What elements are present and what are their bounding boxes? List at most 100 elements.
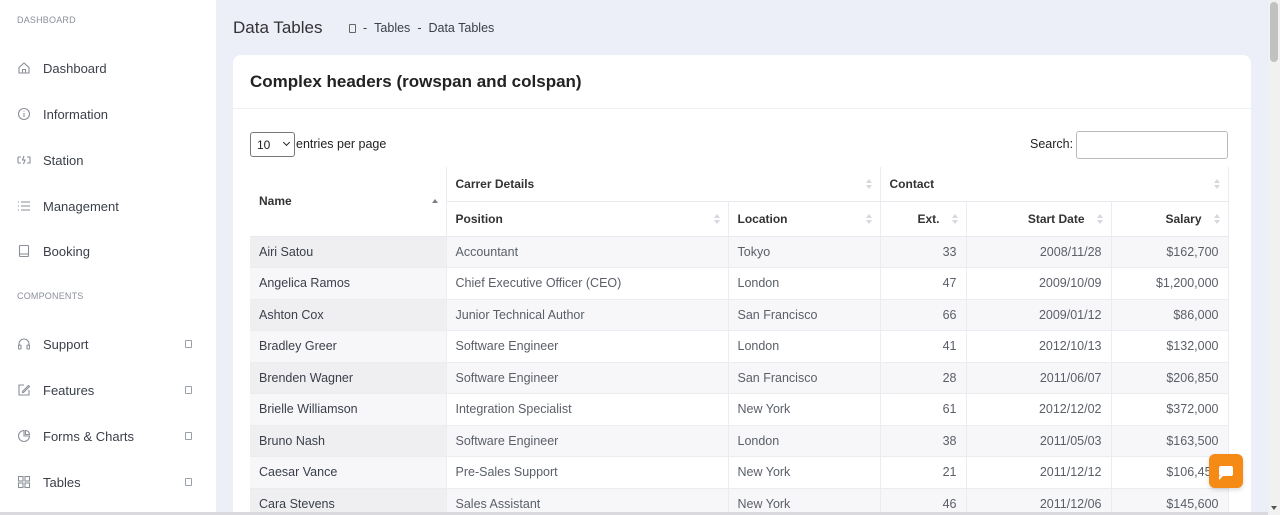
entries-per-page-select[interactable]: 10 (250, 132, 295, 157)
sort-icon (431, 199, 438, 204)
table-cell: Brenden Wagner (250, 362, 447, 394)
table-cell: London (728, 267, 881, 300)
table-row[interactable]: Ashton Cox Junior Technical Author San Fra… (250, 299, 1229, 331)
table-cell: $372,000 (1111, 393, 1229, 426)
sort-icon (951, 213, 958, 224)
table-cell: London (728, 330, 881, 363)
sidebar-item-label: Forms & Charts (43, 428, 135, 444)
entries-select-value: 10 (257, 137, 271, 152)
sort-icon (713, 213, 720, 224)
table-row[interactable]: Angelica Ramos Chief Executive Officer (C… (250, 267, 1229, 300)
table-cell: 21 (880, 456, 967, 489)
sidebar-item-label: Support (43, 336, 89, 352)
table-cell: 28 (880, 362, 967, 394)
scrollbar[interactable] (1268, 0, 1280, 515)
scrollbar-thumb[interactable] (1270, 2, 1278, 62)
column-header-position[interactable]: Position (446, 201, 729, 237)
sort-icon (1213, 213, 1220, 224)
table-cell: 2012/10/13 (966, 330, 1112, 363)
sidebar-item-dashboard[interactable]: Dashboard (0, 48, 216, 88)
table-cell: 2012/12/02 (966, 393, 1112, 426)
search-input[interactable] (1076, 131, 1228, 159)
table-cell: Caesar Vance (250, 456, 447, 489)
sidebar-item-label: Management (43, 198, 119, 214)
table-cell: 2011/12/06 (966, 488, 1112, 515)
chevron-icon (185, 432, 192, 440)
table-cell: London (728, 425, 881, 457)
edit-icon (17, 383, 31, 397)
column-header-location[interactable]: Location (728, 201, 881, 237)
group-header-carrer-details[interactable]: Carrer Details (446, 167, 881, 202)
table-cell: Bruno Nash (250, 425, 447, 457)
table-cell: New York (728, 393, 881, 426)
table-cell: San Francisco (728, 299, 881, 331)
table-cell: New York (728, 456, 881, 489)
table-cell: Pre-Sales Support (446, 456, 729, 489)
chat-button[interactable] (1209, 454, 1243, 488)
table-cell: 2011/12/12 (966, 456, 1112, 489)
table-cell: 2009/10/09 (966, 267, 1112, 300)
table-row[interactable]: Bruno Nash Software Engineer London 38 2011/… (250, 425, 1229, 457)
chevron-icon (185, 386, 192, 394)
table-cell: Chief Executive Officer (CEO) (446, 267, 729, 300)
search-label: Search: (1030, 137, 1074, 151)
table-row[interactable]: Brenden Wagner Software Engineer San Franc… (250, 362, 1229, 394)
breadcrumb-item-tables[interactable]: Tables (374, 21, 410, 35)
sidebar-item-tables[interactable]: Tables (0, 462, 216, 502)
table-row[interactable]: Bradley Greer Software Engineer London 41 20… (250, 330, 1229, 363)
sidebar-item-features[interactable]: Features (0, 370, 216, 410)
sidebar-item-management[interactable]: Management (0, 186, 216, 226)
home-icon[interactable] (349, 23, 356, 33)
table-cell: Cara Stevens (250, 488, 447, 515)
table-cell: Software Engineer (446, 362, 729, 394)
info-icon (17, 107, 31, 121)
table-cell: $163,500 (1111, 425, 1229, 457)
table-cell: Tokyo (728, 236, 881, 268)
sidebar-item-information[interactable]: Information (0, 94, 216, 134)
sidebar-section-dashboard: DASHBOARD (17, 15, 76, 25)
data-table: Name Carrer Details Contact Position Loc… (250, 167, 1229, 515)
table-cell: 47 (880, 267, 967, 300)
breadcrumb-separator: - (417, 21, 422, 35)
table-row[interactable]: Brielle Williamson Integration Specialist… (250, 393, 1229, 426)
booking-icon (17, 244, 31, 258)
chat-icon (1219, 466, 1233, 480)
sidebar-item-support[interactable]: Support (0, 324, 216, 364)
table-cell: $1,200,000 (1111, 267, 1229, 300)
table-cell: San Francisco (728, 362, 881, 394)
table-body: Airi Satou Accountant Tokyo 33 2008/11/28 $16… (250, 236, 1229, 515)
table-cell: $86,000 (1111, 299, 1229, 331)
sidebar-item-station[interactable]: Station (0, 140, 216, 180)
breadcrumb-separator: - (363, 21, 368, 35)
table-cell: Software Engineer (446, 330, 729, 363)
headset-icon (17, 337, 31, 351)
divider (233, 108, 1251, 109)
column-header-ext[interactable]: Ext. (880, 201, 967, 237)
table-row[interactable]: Cara Stevens Sales Assistant New York 46 201… (250, 488, 1229, 515)
sidebar-item-label: Features (43, 382, 95, 398)
column-header-name[interactable]: Name (250, 167, 447, 237)
table-row[interactable]: Caesar Vance Pre-Sales Support New York 21 2… (250, 456, 1229, 489)
list-icon (17, 199, 31, 213)
table-cell: Bradley Greer (250, 330, 447, 363)
table-cell: Brielle Williamson (250, 393, 447, 426)
table-cell: Sales Assistant (446, 488, 729, 515)
table-row[interactable]: Airi Satou Accountant Tokyo 33 2008/11/28 $16… (250, 236, 1229, 268)
table-cell: 38 (880, 425, 967, 457)
chevron-icon (185, 478, 192, 486)
table-card: Complex headers (rowspan and colspan) 10… (233, 55, 1251, 515)
sidebar-item-label: Booking (43, 243, 90, 259)
table-cell: 2011/06/07 (966, 362, 1112, 394)
page-title: Data Tables (233, 18, 323, 37)
sort-icon (1096, 213, 1103, 224)
sort-icon (865, 213, 872, 224)
chevron-icon (185, 340, 192, 348)
sidebar-item-booking[interactable]: Booking (0, 231, 216, 271)
column-header-salary[interactable]: Salary (1111, 201, 1229, 237)
scroll-down-arrow-icon[interactable] (1271, 506, 1277, 510)
sidebar-item-forms-charts[interactable]: Forms & Charts (0, 416, 216, 456)
group-header-contact[interactable]: Contact (880, 167, 1229, 202)
table-cell: 33 (880, 236, 967, 268)
table-cell: 46 (880, 488, 967, 515)
column-header-start-date[interactable]: Start Date (966, 201, 1112, 237)
